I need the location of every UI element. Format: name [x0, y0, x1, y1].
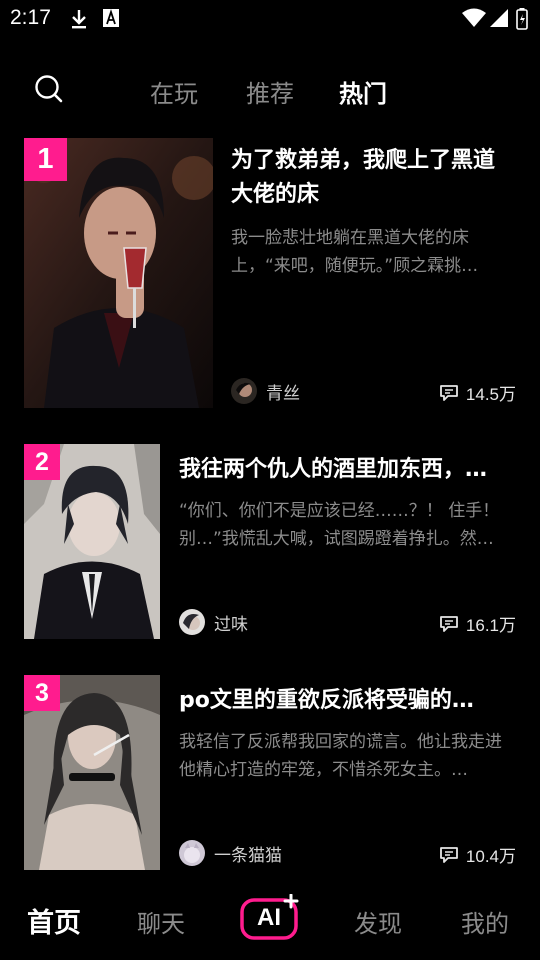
story-description: 我一脸悲壮地躺在黑道大佬的床上，“来吧，随便玩。”顾之霖挑…: [231, 228, 479, 276]
rank-badge: 1: [24, 138, 67, 181]
story-author[interactable]: 一条猫猫: [179, 840, 282, 866]
nav-discover[interactable]: 发现: [354, 904, 402, 939]
comment-icon: [440, 846, 458, 863]
comment-count-value: 16.1万: [465, 616, 516, 635]
nav-mine[interactable]: 我的: [461, 904, 509, 939]
story-title[interactable]: po文里的重欲反派将受骗的…: [179, 684, 516, 718]
comment-count: 14.5万: [439, 380, 516, 405]
story-card-1[interactable]: 1 为了救弟弟，我爬上了黑道大佬的床 我一脸悲壮地躺在黑道大佬的床上，“来吧，随…: [24, 138, 516, 408]
story-title[interactable]: 我往两个仇人的酒里加东西，…: [179, 453, 516, 487]
wifi-icon: [462, 8, 486, 27]
ai-create-button[interactable]: AI: [240, 894, 299, 940]
comment-count: 10.4万: [439, 842, 516, 867]
tab-recommended[interactable]: 推荐: [246, 74, 294, 109]
avatar: [231, 378, 257, 404]
comment-count-value: 10.4万: [465, 847, 516, 866]
author-name: 一条猫猫: [214, 845, 282, 866]
bottom-nav: 首页 聊天 AI 发现 我的: [0, 880, 540, 960]
story-title[interactable]: 为了救弟弟，我爬上了黑道大佬的床: [231, 144, 516, 212]
download-icon: [72, 10, 86, 29]
author-name: 过味: [214, 614, 248, 635]
text-a-icon: [103, 9, 119, 27]
story-author[interactable]: 青丝: [231, 378, 300, 404]
rank-badge: 3: [24, 675, 60, 711]
story-description: 我轻信了反派帮我回家的谎言。他让我走进他精心打造的牢笼，不惜杀死女主。…: [179, 732, 502, 780]
avatar: [179, 840, 205, 866]
nav-chat[interactable]: 聊天: [137, 904, 185, 939]
ai-button-label: AI: [257, 904, 281, 931]
story-description: “你们、你们不是应该已经……？！ 住手！别…”我慌乱大喊，试图踢蹬着挣扎。然…: [179, 501, 500, 549]
status-bar: 2:17: [0, 0, 540, 36]
comment-count-value: 14.5万: [465, 385, 516, 404]
status-time: 2:17: [10, 6, 51, 29]
story-author[interactable]: 过味: [179, 609, 248, 635]
top-nav: 在玩 推荐 热门: [0, 60, 540, 120]
story-card-2[interactable]: 2 我往两个仇人的酒里加东西，… “你们、你们不是应该已经……？！ 住手！别…”…: [24, 444, 516, 639]
comment-icon: [440, 384, 458, 401]
cellular-signal-icon: [490, 9, 508, 27]
avatar: [179, 609, 205, 635]
nav-home[interactable]: 首页: [27, 901, 81, 940]
battery-icon: [516, 8, 528, 30]
tab-hot[interactable]: 热门: [339, 74, 387, 109]
search-icon[interactable]: [34, 74, 64, 104]
rank-badge: 2: [24, 444, 60, 480]
author-name: 青丝: [266, 383, 300, 404]
tab-playing[interactable]: 在玩: [150, 74, 198, 109]
comment-count: 16.1万: [439, 611, 516, 636]
comment-icon: [440, 615, 458, 632]
story-card-3[interactable]: 3 po文里的重欲反派将受骗的… 我轻信了反派帮我回家的谎言。他让我走进他精心打…: [24, 675, 516, 870]
